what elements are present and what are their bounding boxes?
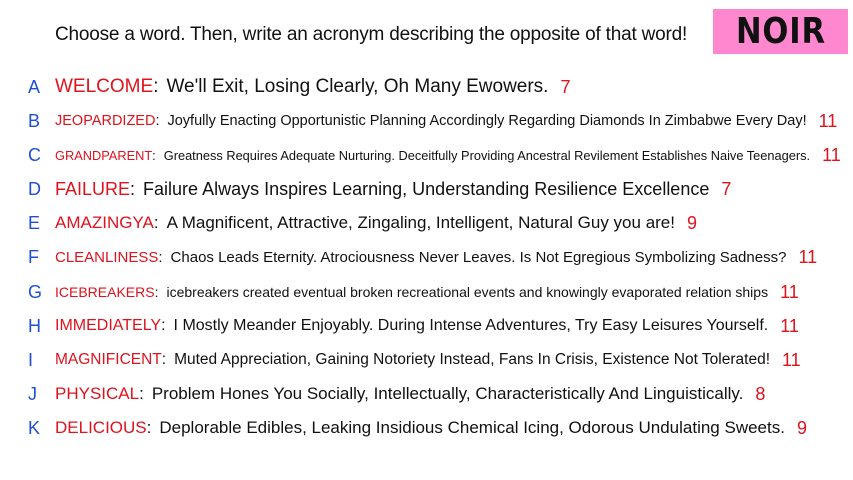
row-colon: : (139, 384, 144, 403)
row-letter: B (28, 110, 41, 131)
row-letter: H (28, 315, 41, 336)
row-word: WELCOME (55, 76, 154, 97)
list-item: D FAILURE: Failure Always Inspires Learn… (28, 174, 731, 204)
row-word: IMMEDIATELY (55, 317, 162, 334)
row-count: 7 (721, 178, 732, 199)
row-count: 7 (560, 76, 571, 97)
row-count: 11 (822, 144, 841, 165)
list-item: C GRANDPARENT: Greatness Requires Adequa… (28, 140, 841, 170)
row-count: 11 (780, 315, 799, 336)
row-count: 11 (782, 349, 801, 370)
row-letter: D (28, 178, 41, 199)
row-word: CLEANLINESS (55, 248, 159, 266)
row-acronym: A Magnificent, Attractive, Zingaling, In… (166, 213, 675, 232)
row-acronym: Failure Always Inspires Learning, Unders… (143, 178, 710, 199)
row-letter: A (28, 76, 41, 97)
row-word: FAILURE (55, 178, 131, 199)
row-count: 11 (798, 246, 818, 267)
row-acronym: I Mostly Meander Enjoyably. During Inten… (173, 317, 769, 334)
row-acronym: Chaos Leads Eternity. Atrociousness Neve… (170, 248, 787, 266)
row-word: AMAZINGYA (55, 213, 154, 232)
row-acronym: Deplorable Edibles, Leaking Insidious Ch… (159, 418, 785, 437)
row-word: MAGNIFICENT (55, 351, 162, 368)
row-word: GRANDPARENT (55, 147, 153, 163)
row-count: 11 (780, 281, 799, 302)
list-item: E AMAZINGYA: A Magnificent, Attractive, … (28, 208, 697, 238)
prompt-text: Choose a word. Then, write an acronym de… (55, 24, 688, 45)
row-letter: I (28, 349, 34, 370)
row-colon: : (155, 113, 160, 129)
row-colon: : (161, 317, 166, 334)
row-letter: E (28, 212, 41, 233)
row-letter: J (28, 383, 37, 404)
row-colon: : (158, 248, 163, 266)
noir-badge: NOIR (713, 9, 848, 54)
row-count: 9 (796, 417, 807, 438)
row-letter: F (28, 246, 39, 267)
row-colon: : (161, 351, 167, 368)
row-colon: : (153, 213, 159, 232)
list-item: K DELICIOUS: Deplorable Edibles, Leaking… (28, 413, 807, 443)
row-word: JEOPARDIZED (55, 113, 156, 129)
row-count: 9 (686, 212, 697, 233)
row-word: PHYSICAL (55, 384, 140, 403)
badge-label: NOIR (735, 11, 826, 52)
row-word: ICEBREAKERS (55, 284, 155, 300)
row-count: 8 (755, 383, 766, 404)
row-colon: : (146, 418, 152, 437)
row-colon: : (152, 147, 156, 163)
row-colon: : (130, 178, 136, 199)
list-item: B JEOPARDIZED: Joyfully Enacting Opportu… (28, 106, 837, 136)
list-item: I MAGNIFICENT: Muted Appreciation, Gaini… (28, 345, 801, 375)
list-item: H IMMEDIATELY: I Mostly Meander Enjoyabl… (28, 311, 799, 341)
row-letter: G (28, 281, 43, 302)
row-acronym: icebreakers created eventual broken recr… (166, 284, 769, 300)
row-acronym: We'll Exit, Losing Clearly, Oh Many Ewow… (166, 76, 549, 97)
row-colon: : (154, 284, 159, 300)
list-item: F CLEANLINESS: Chaos Leads Eternity. Atr… (28, 242, 817, 272)
list-item: A WELCOME: We'll Exit, Losing Clearly, O… (28, 72, 570, 102)
row-count: 11 (818, 110, 838, 131)
row-letter: K (28, 417, 41, 438)
list-item: G ICEBREAKERS: icebreakers created event… (28, 277, 799, 307)
row-acronym: Greatness Requires Adequate Nurturing. D… (163, 147, 811, 163)
row-word: DELICIOUS (55, 418, 147, 437)
list-item: J PHYSICAL: Problem Hones You Socially, … (28, 379, 765, 409)
row-letter: C (28, 144, 41, 165)
row-acronym: Problem Hones You Socially, Intellectual… (151, 384, 744, 403)
row-acronym: Muted Appreciation, Gaining Notoriety In… (174, 351, 770, 368)
row-colon: : (153, 76, 159, 97)
row-acronym: Joyfully Enacting Opportunistic Planning… (167, 113, 807, 129)
